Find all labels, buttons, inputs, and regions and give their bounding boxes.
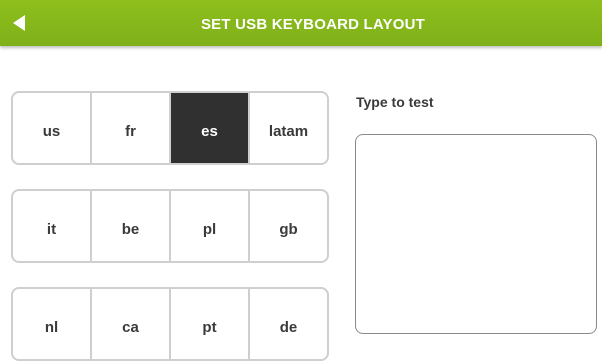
test-label: Type to test xyxy=(356,94,434,110)
layout-button-us[interactable]: us xyxy=(13,93,92,163)
layout-button-it[interactable]: it xyxy=(13,191,92,261)
layout-row-2: it be pl gb xyxy=(11,189,329,263)
layout-button-ca[interactable]: ca xyxy=(92,289,171,359)
layout-button-de[interactable]: de xyxy=(250,289,327,359)
layout-row-3: nl ca pt de xyxy=(11,287,329,361)
layout-button-latam[interactable]: latam xyxy=(250,93,327,163)
layout-button-nl[interactable]: nl xyxy=(13,289,92,359)
page-title: SET USB KEYBOARD LAYOUT xyxy=(200,16,426,33)
layout-button-be[interactable]: be xyxy=(92,191,171,261)
layout-button-es[interactable]: es xyxy=(171,93,250,163)
layout-button-fr[interactable]: fr xyxy=(92,93,171,163)
layout-button-gb[interactable]: gb xyxy=(250,191,327,261)
layout-button-pt[interactable]: pt xyxy=(171,289,250,359)
test-input[interactable] xyxy=(355,134,597,334)
top-bar: SET USB KEYBOARD LAYOUT xyxy=(0,0,602,46)
layout-button-pl[interactable]: pl xyxy=(171,191,250,261)
layout-row-1: us fr es latam xyxy=(11,91,329,165)
